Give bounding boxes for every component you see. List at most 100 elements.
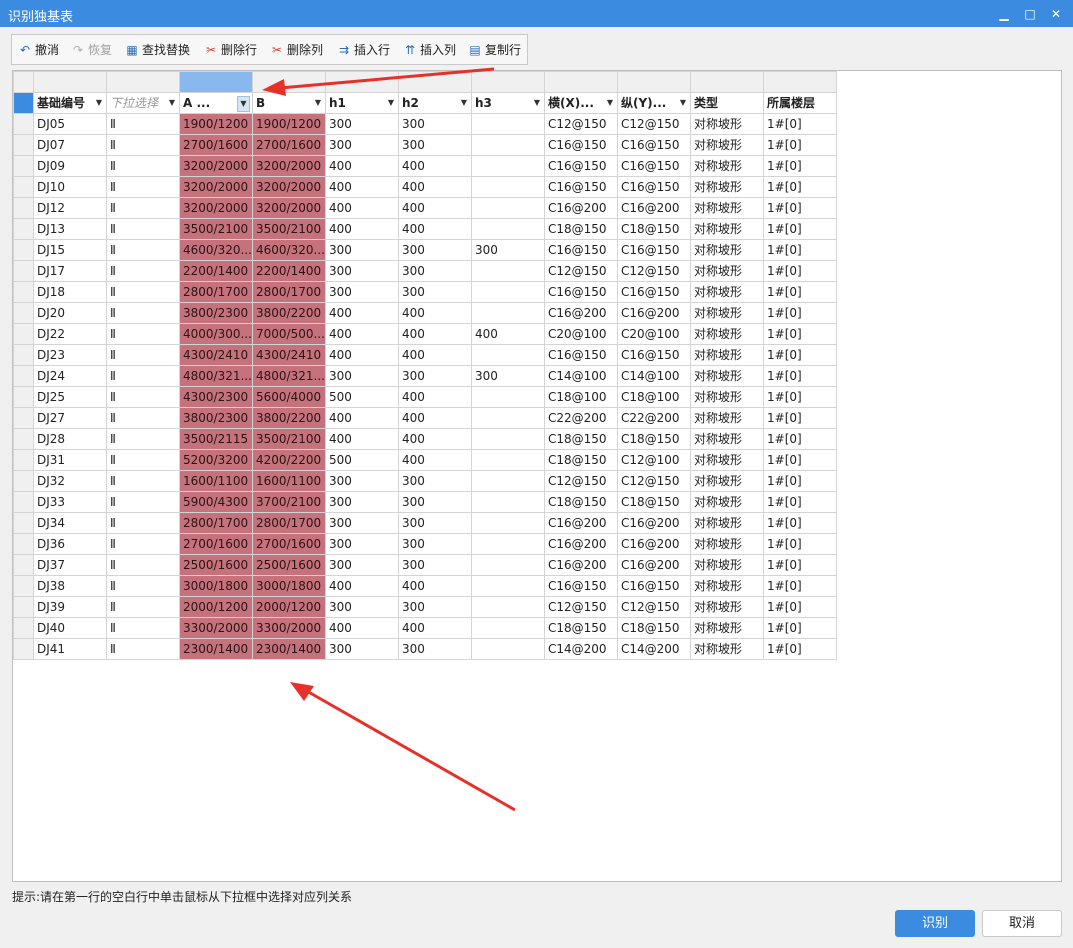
table-cell[interactable]: 400 bbox=[398, 197, 472, 219]
table-cell[interactable]: 300 bbox=[325, 281, 399, 303]
row-header[interactable] bbox=[13, 575, 34, 597]
table-cell[interactable]: 对称坡形 bbox=[690, 554, 764, 576]
table-cell[interactable]: C18@150 bbox=[544, 428, 618, 450]
table-cell[interactable]: 1900/1200 bbox=[252, 113, 326, 135]
table-cell[interactable]: 2700/1600 bbox=[252, 134, 326, 156]
table-cell[interactable]: C12@150 bbox=[544, 260, 618, 282]
table-cell[interactable] bbox=[471, 281, 545, 303]
table-cell[interactable]: 400 bbox=[325, 344, 399, 366]
copy-row-button[interactable]: ▤ 复制行 bbox=[468, 41, 521, 59]
table-cell[interactable]: C16@200 bbox=[544, 197, 618, 219]
table-cell[interactable]: DJ31 bbox=[33, 449, 107, 471]
table-cell[interactable]: 300 bbox=[325, 134, 399, 156]
table-cell[interactable]: 300 bbox=[325, 638, 399, 660]
table-cell[interactable]: 1#[0] bbox=[763, 134, 837, 156]
table-cell[interactable]: 2500/1600 bbox=[252, 554, 326, 576]
table-cell[interactable]: 400 bbox=[398, 575, 472, 597]
table-cell[interactable]: C16@150 bbox=[544, 134, 618, 156]
dropdown-arrow-icon[interactable]: ▼ bbox=[461, 94, 467, 113]
table-cell[interactable]: C16@150 bbox=[617, 155, 691, 177]
table-cell[interactable]: 对称坡形 bbox=[690, 575, 764, 597]
dropdown-arrow-icon[interactable]: ▼ bbox=[534, 94, 540, 113]
row-header[interactable] bbox=[13, 638, 34, 660]
table-row[interactable]: DJ27 Ⅱ 3800/2300 3800/2200 400 400 C22@200 C22@… bbox=[13, 407, 837, 429]
column-select-h2[interactable]: h2 ▼ bbox=[398, 92, 472, 114]
column-select-foundation-id[interactable]: 基础编号 ▼ bbox=[33, 92, 107, 114]
row-header[interactable] bbox=[13, 134, 34, 156]
row-header[interactable] bbox=[13, 470, 34, 492]
table-cell[interactable] bbox=[471, 428, 545, 450]
table-cell[interactable]: 500 bbox=[325, 386, 399, 408]
table-cell[interactable]: 400 bbox=[398, 176, 472, 198]
table-row[interactable]: DJ05 Ⅱ 1900/1200 1900/1200 300 300 C12@150 C12@… bbox=[13, 113, 837, 135]
table-cell[interactable]: 对称坡形 bbox=[690, 596, 764, 618]
table-cell[interactable]: 对称坡形 bbox=[690, 470, 764, 492]
delete-row-button[interactable]: ✂ 删除行 bbox=[204, 41, 257, 59]
table-cell[interactable]: 对称坡形 bbox=[690, 260, 764, 282]
table-cell[interactable]: C12@150 bbox=[617, 113, 691, 135]
table-row[interactable]: DJ24 Ⅱ 4800/321... 4800/321... 300 300 300 C14@… bbox=[13, 365, 837, 387]
table-cell[interactable]: 300 bbox=[325, 596, 399, 618]
table-cell[interactable]: 对称坡形 bbox=[690, 386, 764, 408]
table-row[interactable]: DJ23 Ⅱ 4300/2410 4300/2410 400 400 C16@150 C16@… bbox=[13, 344, 837, 366]
table-cell[interactable]: 1#[0] bbox=[763, 575, 837, 597]
table-cell[interactable]: 300 bbox=[398, 470, 472, 492]
table-cell[interactable]: 400 bbox=[325, 428, 399, 450]
table-cell[interactable]: 300 bbox=[398, 554, 472, 576]
table-cell[interactable]: 1#[0] bbox=[763, 596, 837, 618]
table-cell[interactable]: DJ27 bbox=[33, 407, 107, 429]
table-cell[interactable]: 对称坡形 bbox=[690, 617, 764, 639]
table-cell[interactable]: Ⅱ bbox=[106, 134, 180, 156]
mapping-cell[interactable] bbox=[763, 71, 837, 93]
table-cell[interactable]: DJ36 bbox=[33, 533, 107, 555]
table-cell[interactable]: 400 bbox=[325, 575, 399, 597]
table-cell[interactable]: 3500/2100 bbox=[252, 218, 326, 240]
table-cell[interactable] bbox=[471, 134, 545, 156]
table-cell[interactable]: 对称坡形 bbox=[690, 491, 764, 513]
redo-button[interactable]: ↷ 恢复 bbox=[71, 41, 112, 59]
table-cell[interactable]: 5200/3200 bbox=[179, 449, 253, 471]
column-select-a[interactable]: A ... ▼ bbox=[179, 92, 253, 114]
table-cell[interactable]: 3200/2000 bbox=[179, 176, 253, 198]
table-cell[interactable]: 300 bbox=[398, 596, 472, 618]
column-select-type[interactable]: 类型 bbox=[690, 92, 764, 114]
table-cell[interactable] bbox=[471, 638, 545, 660]
row-header[interactable] bbox=[13, 449, 34, 471]
table-row[interactable]: DJ37 Ⅱ 2500/1600 2500/1600 300 300 C16@200 C16@… bbox=[13, 554, 837, 576]
row-header[interactable] bbox=[13, 302, 34, 324]
table-cell[interactable]: 4300/2300 bbox=[179, 386, 253, 408]
column-select-h1[interactable]: h1 ▼ bbox=[325, 92, 399, 114]
row-header[interactable] bbox=[13, 239, 34, 261]
table-cell[interactable]: 2300/1400 bbox=[179, 638, 253, 660]
row-header[interactable] bbox=[13, 428, 34, 450]
table-cell[interactable]: 1#[0] bbox=[763, 407, 837, 429]
table-cell[interactable]: Ⅱ bbox=[106, 197, 180, 219]
table-cell[interactable]: 2800/1700 bbox=[179, 512, 253, 534]
table-cell[interactable]: C16@200 bbox=[544, 302, 618, 324]
column-select-dropdown[interactable]: 下拉选择 ▼ bbox=[106, 92, 180, 114]
table-cell[interactable]: DJ20 bbox=[33, 302, 107, 324]
table-row[interactable]: DJ33 Ⅱ 5900/4300 3700/2100 300 300 C18@150 C18@… bbox=[13, 491, 837, 513]
table-cell[interactable]: 5900/4300 bbox=[179, 491, 253, 513]
table-cell[interactable]: C20@100 bbox=[617, 323, 691, 345]
table-row[interactable]: DJ20 Ⅱ 3800/2300 3800/2200 400 400 C16@200 C16@… bbox=[13, 302, 837, 324]
table-cell[interactable]: Ⅱ bbox=[106, 638, 180, 660]
minimize-icon[interactable]: ▁ bbox=[992, 4, 1016, 24]
dropdown-arrow-icon[interactable]: ▼ bbox=[680, 94, 686, 113]
table-cell[interactable]: 400 bbox=[325, 155, 399, 177]
mapping-cell[interactable] bbox=[252, 71, 326, 93]
table-cell[interactable]: 1#[0] bbox=[763, 638, 837, 660]
table-cell[interactable]: 对称坡形 bbox=[690, 365, 764, 387]
table-cell[interactable]: C14@100 bbox=[617, 365, 691, 387]
table-cell[interactable]: 300 bbox=[325, 239, 399, 261]
dropdown-arrow-icon[interactable]: ▼ bbox=[315, 94, 321, 113]
table-cell[interactable]: 2000/1200 bbox=[252, 596, 326, 618]
mapping-cell[interactable] bbox=[617, 71, 691, 93]
row-header[interactable] bbox=[13, 344, 34, 366]
undo-button[interactable]: ↶ 撤消 bbox=[18, 41, 59, 59]
table-cell[interactable]: Ⅱ bbox=[106, 344, 180, 366]
table-cell[interactable]: 2700/1600 bbox=[252, 533, 326, 555]
table-cell[interactable]: C16@150 bbox=[544, 176, 618, 198]
table-cell[interactable]: DJ07 bbox=[33, 134, 107, 156]
table-cell[interactable]: C18@150 bbox=[544, 617, 618, 639]
